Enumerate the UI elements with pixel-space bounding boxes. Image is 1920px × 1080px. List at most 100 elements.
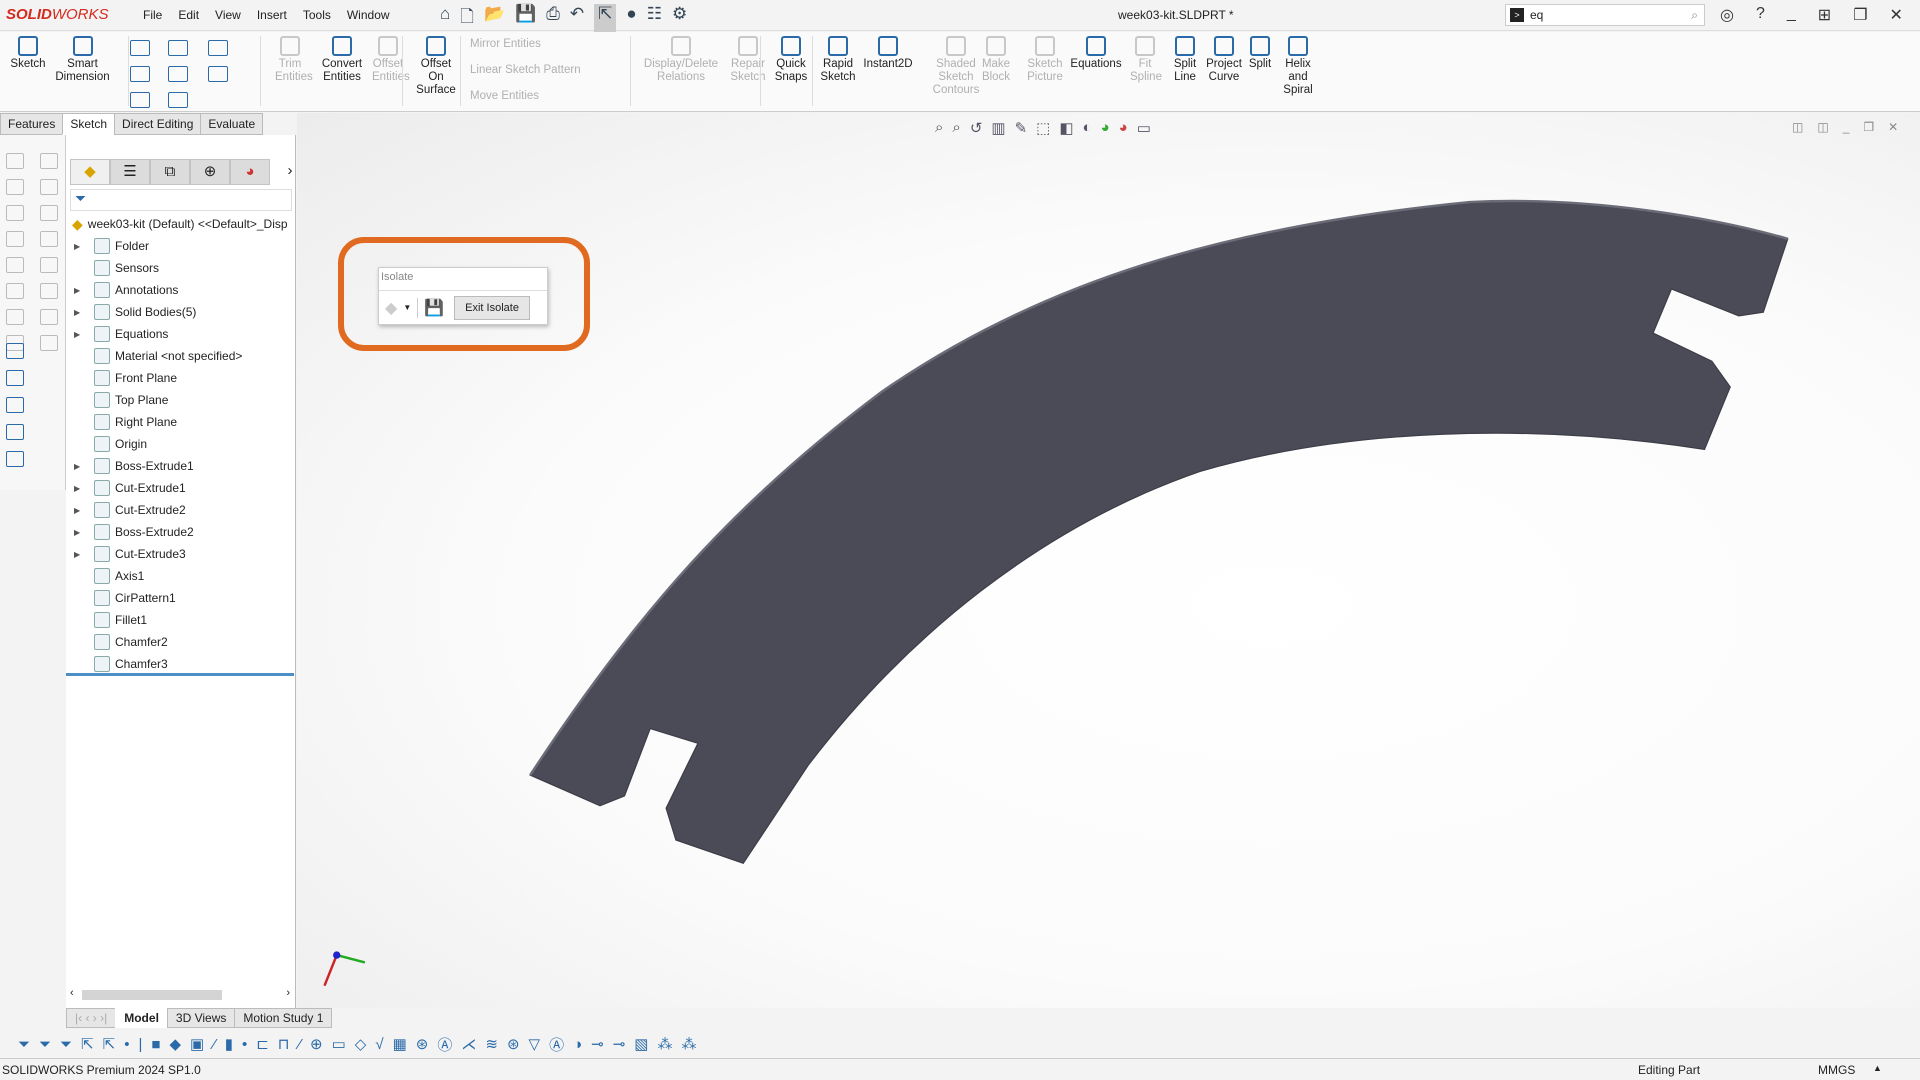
selection-filter-icon[interactable]: ⏷ [18, 1036, 30, 1053]
tree-item[interactable]: ▶ Cut-Extrude3 [66, 543, 186, 565]
tree-item[interactable]: Right Plane [66, 411, 177, 433]
selection-filter-icon[interactable]: ⊛ [507, 1035, 520, 1053]
close-button[interactable]: ✕ [1890, 5, 1903, 25]
exit-isolate-button[interactable]: Exit Isolate [454, 295, 530, 320]
tree-item[interactable]: ▶ Cut-Extrude1 [66, 477, 186, 499]
ribbon-display-delete-relations[interactable]: Display/Delete Relations [641, 36, 721, 84]
sketch-tool-icon[interactable] [130, 40, 150, 56]
ribbon-offset-on-surface[interactable]: Offset On Surface [414, 36, 458, 97]
ribbon-sketch[interactable]: Sketch [8, 36, 48, 71]
tree-item[interactable]: Fillet1 [66, 609, 147, 631]
selection-filter-icon[interactable]: ⏷ [60, 1036, 72, 1053]
open-icon[interactable]: 📂 [484, 4, 505, 33]
menu-edit[interactable]: Edit [178, 8, 199, 22]
save-icon[interactable]: 💾 [515, 4, 536, 33]
ribbon-mirror-entities[interactable]: Mirror Entities [470, 38, 541, 50]
edit-tool-icon[interactable] [6, 451, 24, 467]
selection-filter-icon[interactable]: ≋ [485, 1035, 498, 1053]
selection-filter-icon[interactable]: ▮ [225, 1035, 233, 1053]
tree-root[interactable]: ◆ week03-kit (Default) <<Default>_Disp [66, 213, 288, 235]
viewport-restore[interactable]: ❐ [1863, 120, 1874, 134]
annotation-tool-icon[interactable] [40, 257, 58, 273]
view-tool-icon[interactable] [6, 153, 24, 169]
selection-filter-icon[interactable]: √ [375, 1036, 383, 1053]
dimxpert-tab-icon[interactable]: ⊕ [190, 159, 230, 185]
annotation-tool-icon[interactable] [40, 205, 58, 221]
undo-icon[interactable]: ↶ [570, 4, 584, 33]
ribbon-shaded-sketch-contours[interactable]: Shaded Sketch Contours [932, 36, 980, 97]
solidworks-logo[interactable]: SOLIDWORKS [6, 6, 109, 23]
view-orientation-icon[interactable]: ⬚ [1036, 119, 1050, 137]
dynamic-annotation-icon[interactable]: ✎ [1015, 119, 1028, 137]
ribbon-convert-entities[interactable]: Convert Entities [318, 36, 366, 84]
view-settings-icon[interactable]: ▭ [1137, 119, 1151, 137]
annotation-tool-icon[interactable] [40, 231, 58, 247]
tab-sketch[interactable]: Sketch [62, 113, 116, 135]
home-icon[interactable]: ⌂ [440, 4, 450, 33]
expand-arrow-icon[interactable]: ▶ [74, 506, 86, 515]
view-tool-icon[interactable] [6, 309, 24, 325]
tab-evaluate[interactable]: Evaluate [200, 113, 264, 135]
selection-filter-icon[interactable]: ⊸ [613, 1035, 626, 1053]
configuration-manager-tab-icon[interactable]: ⧉ [150, 159, 190, 185]
ribbon-make-block[interactable]: Make Block [980, 36, 1012, 84]
annotation-tool-icon[interactable] [40, 283, 58, 299]
ribbon-equations[interactable]: Equations [1070, 36, 1122, 71]
viewport-minimize[interactable]: _ [1843, 120, 1850, 134]
view-tool-icon[interactable] [6, 205, 24, 221]
edit-tool-icon[interactable] [6, 424, 24, 440]
viewport-left-icon[interactable]: ◫ [1792, 120, 1803, 134]
expand-arrow-icon[interactable]: ▶ [74, 550, 86, 559]
search-icon[interactable]: ⌕ [1691, 8, 1698, 23]
ribbon-trim-entities[interactable]: Trim Entities [275, 36, 313, 84]
selection-filter-icon[interactable]: ■ [151, 1036, 160, 1053]
selection-filter-icon[interactable]: ◆ [169, 1035, 181, 1053]
save-icon[interactable]: 💾 [424, 298, 444, 318]
tree-item[interactable]: ▶ Equations [66, 323, 168, 345]
print-icon[interactable]: ⎙ [546, 4, 560, 33]
selection-filter-icon[interactable]: Ⓐ [437, 1034, 452, 1055]
traffic-light-icon[interactable]: ● [626, 4, 636, 33]
selection-filter-icon[interactable]: • [124, 1036, 129, 1053]
previous-view-icon[interactable]: ↺ [970, 119, 983, 137]
rollback-bar[interactable] [66, 673, 294, 676]
expand-arrow-icon[interactable]: ▶ [74, 528, 86, 537]
tab-features[interactable]: Features [0, 113, 64, 135]
menu-window[interactable]: Window [347, 8, 390, 22]
selection-filter-icon[interactable]: ⏷ [39, 1036, 51, 1053]
units-up-arrow-icon[interactable]: ▲ [1873, 1063, 1882, 1073]
menu-view[interactable]: View [215, 8, 241, 22]
tree-item[interactable]: Sensors [66, 257, 159, 279]
expand-arrow-icon[interactable]: ▶ [74, 242, 86, 251]
ribbon-linear-sketch-pattern[interactable]: Linear Sketch Pattern [470, 64, 581, 76]
expand-arrow-icon[interactable]: ▶ [74, 286, 86, 295]
expand-arrow-icon[interactable]: ▶ [74, 462, 86, 471]
edit-appearance-icon[interactable]: ◕ [1101, 119, 1110, 137]
sketch-tool-icon[interactable] [168, 92, 188, 108]
user-account-icon[interactable]: ◎ [1720, 5, 1734, 25]
tree-item[interactable]: Front Plane [66, 367, 177, 389]
options-gear-icon[interactable]: ⚙ [672, 4, 687, 33]
annotation-tool-icon[interactable] [40, 309, 58, 325]
display-style-icon[interactable]: ◆ [385, 298, 397, 318]
command-search-input[interactable]: > eq ⌕ [1505, 4, 1705, 26]
menu-tools[interactable]: Tools [303, 8, 331, 22]
view-tool-icon[interactable] [6, 179, 24, 195]
view-tool-icon[interactable] [6, 257, 24, 273]
view-tool-icon[interactable] [6, 231, 24, 247]
selection-filter-icon[interactable]: ▧ [634, 1035, 648, 1053]
tree-horizontal-scrollbar[interactable]: ‹ › [68, 987, 292, 1003]
tree-item[interactable]: ▶ Folder [66, 235, 149, 257]
selection-filter-icon[interactable]: ▦ [393, 1035, 407, 1053]
selection-filter-icon[interactable]: ⁂ [681, 1035, 696, 1053]
selection-filter-icon[interactable]: ◑ [573, 1036, 582, 1053]
selection-filter-icon[interactable]: Ⓐ [549, 1034, 564, 1055]
scene-icon[interactable]: ◕ [1119, 119, 1128, 137]
display-manager-tab-icon[interactable]: ◕ [230, 159, 270, 185]
ribbon-project-curve[interactable]: Project Curve [1205, 36, 1243, 84]
annotation-tool-icon[interactable] [40, 179, 58, 195]
tree-item[interactable]: ▶ Boss-Extrude2 [66, 521, 194, 543]
tree-item[interactable]: Origin [66, 433, 147, 455]
edit-tool-icon[interactable] [6, 397, 24, 413]
edit-tool-icon[interactable] [6, 343, 24, 359]
